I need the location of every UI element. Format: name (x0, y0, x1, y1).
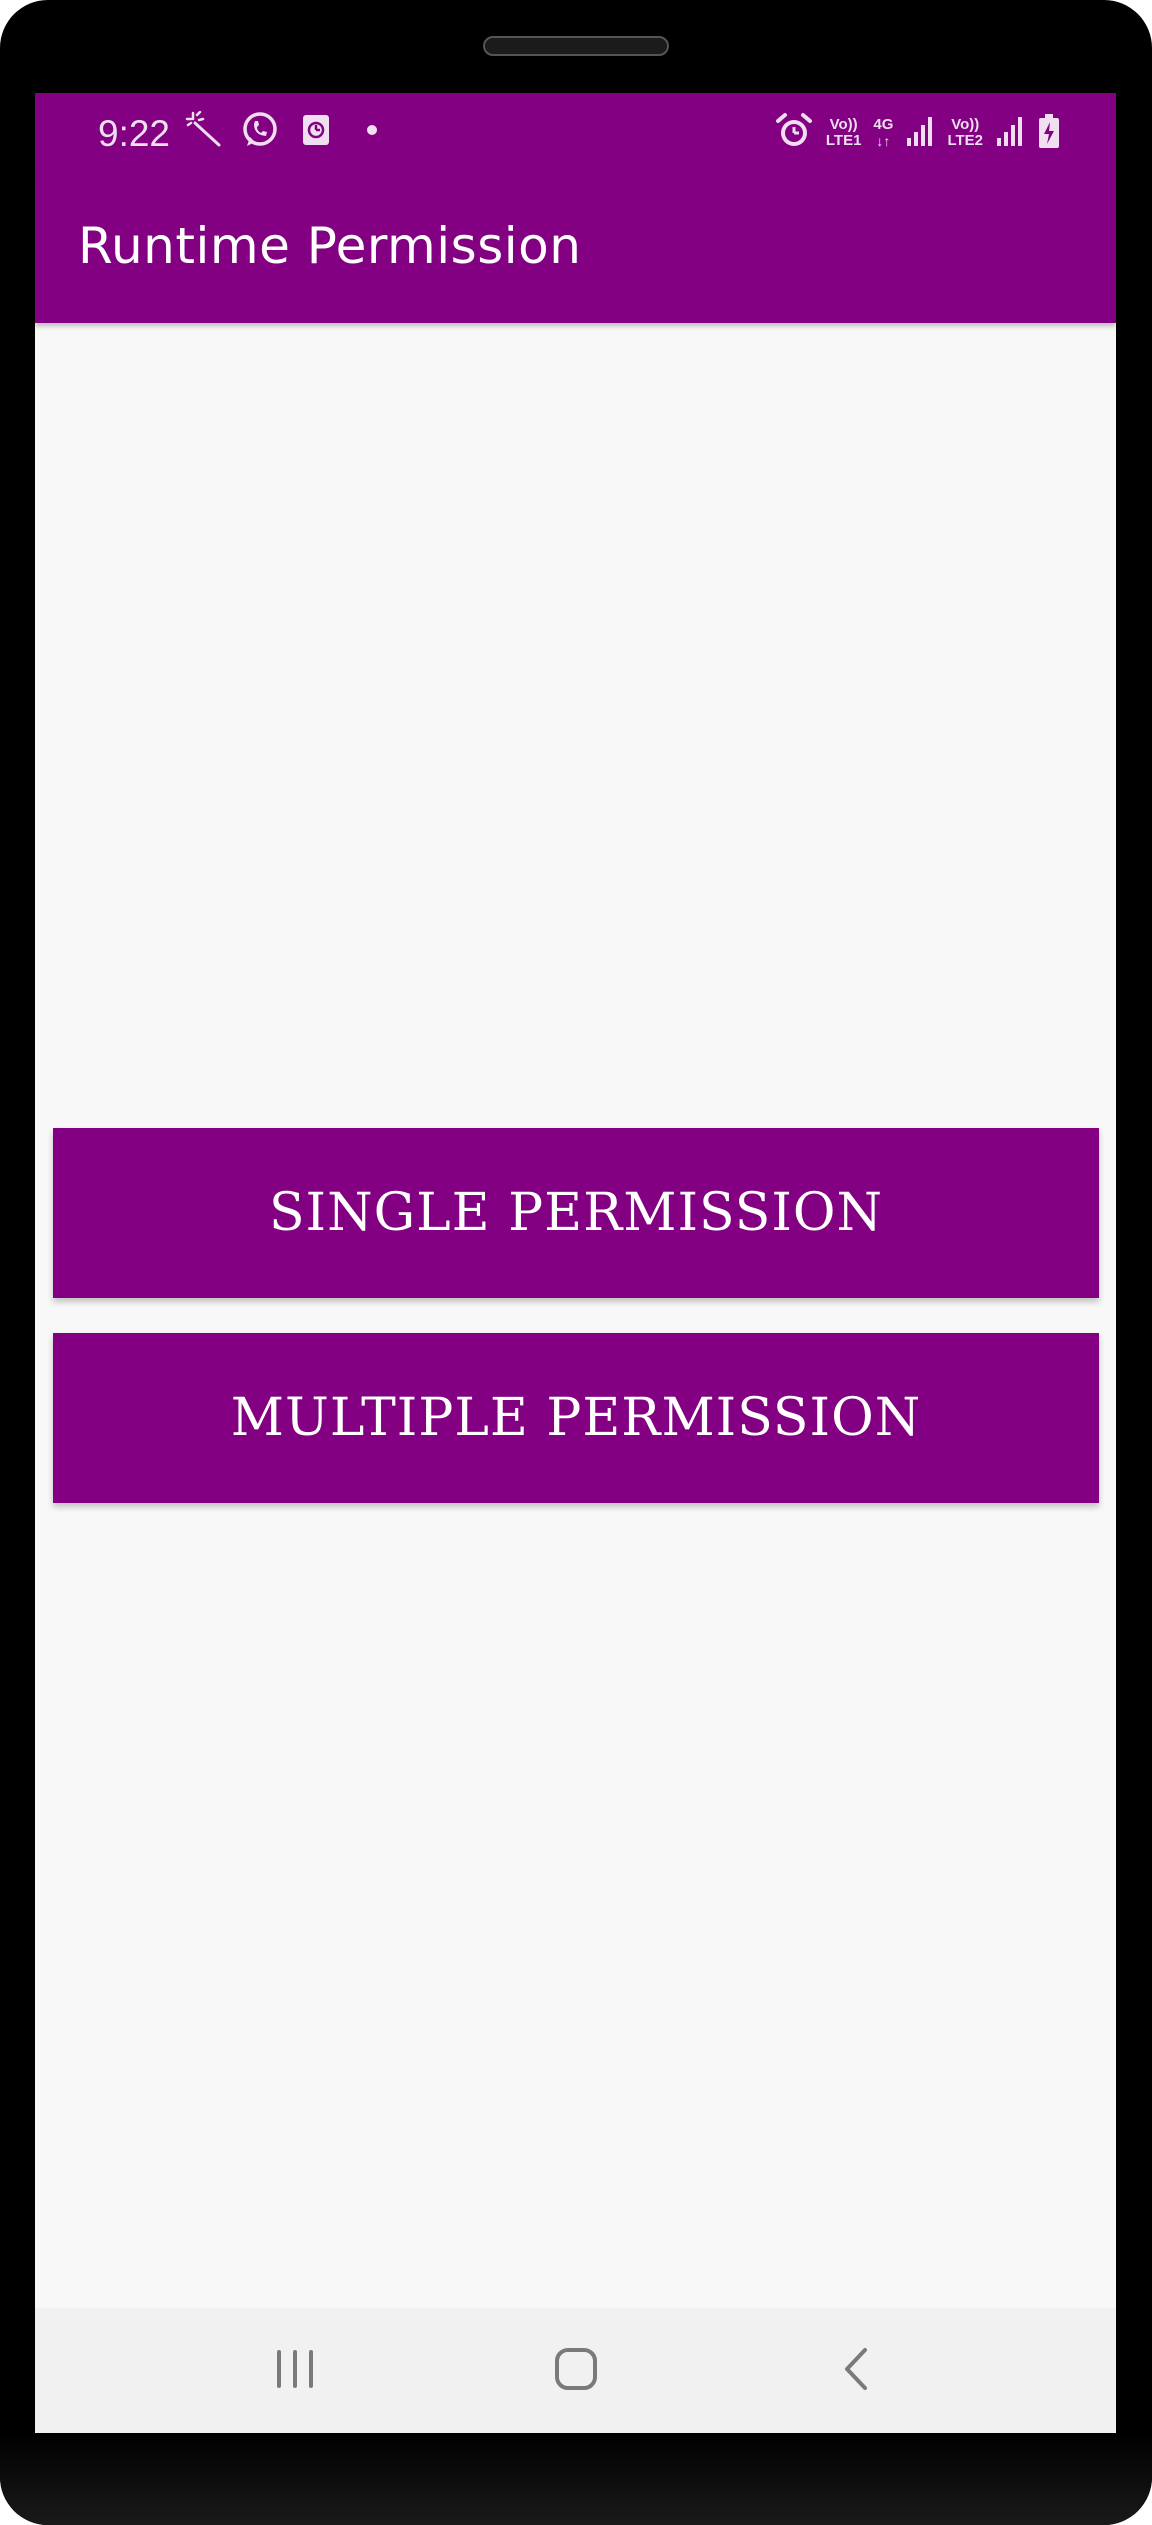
recents-button[interactable] (225, 2308, 365, 2433)
dot-icon (353, 111, 391, 149)
system-status-icons: Vo)) LTE1 4G ↓↑ Vo)) LTE2 (774, 111, 1061, 155)
magic-wand-icon (185, 111, 223, 149)
device-frame: 9:22 Vo)) LTE1 4G ↓↑ Vo)) LTE2 Runtime P… (0, 0, 1152, 2525)
signal-sim1-icon (905, 114, 935, 152)
alarm-icon (774, 111, 814, 155)
back-button[interactable] (787, 2308, 927, 2433)
data-network-label: 4G ↓↑ (873, 115, 894, 149)
whatsapp-icon (241, 111, 279, 149)
back-icon (839, 2346, 875, 2396)
earpiece-speaker (483, 36, 669, 56)
multiple-permission-button[interactable]: MULTIPLE PERMISSION (53, 1333, 1099, 1503)
battery-charging-icon (1037, 113, 1061, 153)
app-title: Runtime Permission (78, 217, 582, 275)
home-button[interactable] (506, 2308, 646, 2433)
notification-icons (185, 111, 391, 149)
navigation-bar (35, 2308, 1116, 2433)
screen: 9:22 Vo)) LTE1 4G ↓↑ Vo)) LTE2 Runtime P… (35, 93, 1116, 2433)
screen-recorder-icon (297, 111, 335, 149)
signal-sim2-icon (995, 114, 1025, 152)
sim1-volte-label: Vo)) LTE1 (825, 116, 862, 149)
single-permission-button[interactable]: SINGLE PERMISSION (53, 1128, 1099, 1298)
bottom-bezel (0, 2433, 1152, 2525)
app-bar: Runtime Permission (35, 177, 1116, 323)
sim2-volte-label: Vo)) LTE2 (947, 116, 983, 149)
status-time: 9:22 (98, 113, 171, 154)
status-bar: 9:22 Vo)) LTE1 4G ↓↑ Vo)) LTE2 (35, 93, 1116, 177)
home-icon (553, 2346, 599, 2396)
recents-icon (273, 2347, 317, 2395)
